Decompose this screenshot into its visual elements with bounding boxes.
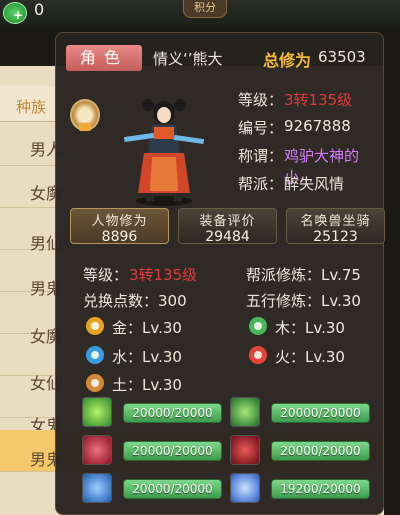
wind-skill-icon[interactable]: [82, 397, 112, 427]
skill-progress-bar: 19200/20000: [271, 479, 370, 499]
player-name: 情义‘’熊大: [153, 50, 223, 68]
stat-value: 29484: [205, 229, 250, 245]
currency-value: 0: [34, 0, 45, 19]
five-elements-cultivation: 五行修炼：Lv.30: [246, 292, 361, 310]
skill-progress-bar: 20000/20000: [123, 441, 222, 461]
exchange-points: 兑换点数：300: [83, 292, 187, 310]
stat-title: 名唤兽坐骑: [300, 214, 371, 229]
blood-skill-icon[interactable]: [82, 435, 112, 465]
guild-label: 帮派：: [238, 175, 284, 193]
skill-progress-bar: 20000/20000: [271, 441, 370, 461]
school-badge-icon[interactable]: [70, 99, 100, 131]
add-currency-button[interactable]: [3, 2, 27, 24]
level-label: 等级：: [238, 91, 284, 109]
tab-summon-mount[interactable]: 名唤兽坐骑 25123: [286, 208, 385, 245]
element-fire: 火：Lv.30: [275, 348, 345, 366]
tab-equipment-rating[interactable]: 装备评价 29484: [178, 208, 277, 245]
ice-skill-icon[interactable]: [82, 473, 112, 503]
fire-icon: [249, 346, 267, 364]
wood-icon: [249, 317, 267, 335]
skill-progress-bar: 20000/20000: [271, 403, 370, 423]
id-label: 编号：: [238, 119, 284, 137]
element-water: 水：Lv.30: [112, 348, 182, 366]
water-icon: [86, 346, 104, 364]
total-cultivation-label: 总修为: [263, 51, 312, 70]
leaf-skill-icon[interactable]: [230, 397, 260, 427]
character-info-panel: 角色 情义‘’熊大 总修为 63503 等级： 3转135级 编号： 92678…: [55, 32, 385, 515]
attr-level-label: 等级：: [83, 266, 129, 284]
stat-value: 25123: [313, 229, 358, 245]
role-tag: 角色: [66, 45, 142, 71]
guild-value: 醉失风情: [284, 175, 345, 193]
element-earth: 土：Lv.30: [112, 376, 182, 394]
level-value: 3转135级: [284, 91, 353, 109]
right-edge: [384, 66, 400, 515]
tab-character-cultivation[interactable]: 人物修为 8896: [70, 208, 169, 245]
stat-title: 人物修为: [91, 214, 148, 229]
id-value: 9267888: [284, 117, 351, 135]
stat-value: 8896: [101, 229, 138, 245]
total-cultivation-value: 63503: [318, 48, 366, 66]
element-metal: 金：Lv.30: [112, 319, 182, 337]
frost-skill-icon[interactable]: [230, 473, 260, 503]
guild-cultivation: 帮派修炼：Lv.75: [246, 266, 361, 284]
crimson-skill-icon[interactable]: [230, 435, 260, 465]
tab-points[interactable]: 积分: [183, 0, 227, 18]
skill-progress-bar: 20000/20000: [123, 403, 222, 423]
title-label: 称谓：: [238, 147, 284, 165]
character-avatar: [124, 99, 204, 206]
stat-title: 装备评价: [199, 214, 256, 229]
metal-icon: [86, 317, 104, 335]
earth-icon: [86, 374, 104, 392]
element-wood: 木：Lv.30: [275, 319, 345, 337]
skill-progress-bar: 20000/20000: [123, 479, 222, 499]
attr-level-value: 3转135级: [129, 266, 198, 284]
ranking-header-race: 种族: [16, 98, 47, 116]
